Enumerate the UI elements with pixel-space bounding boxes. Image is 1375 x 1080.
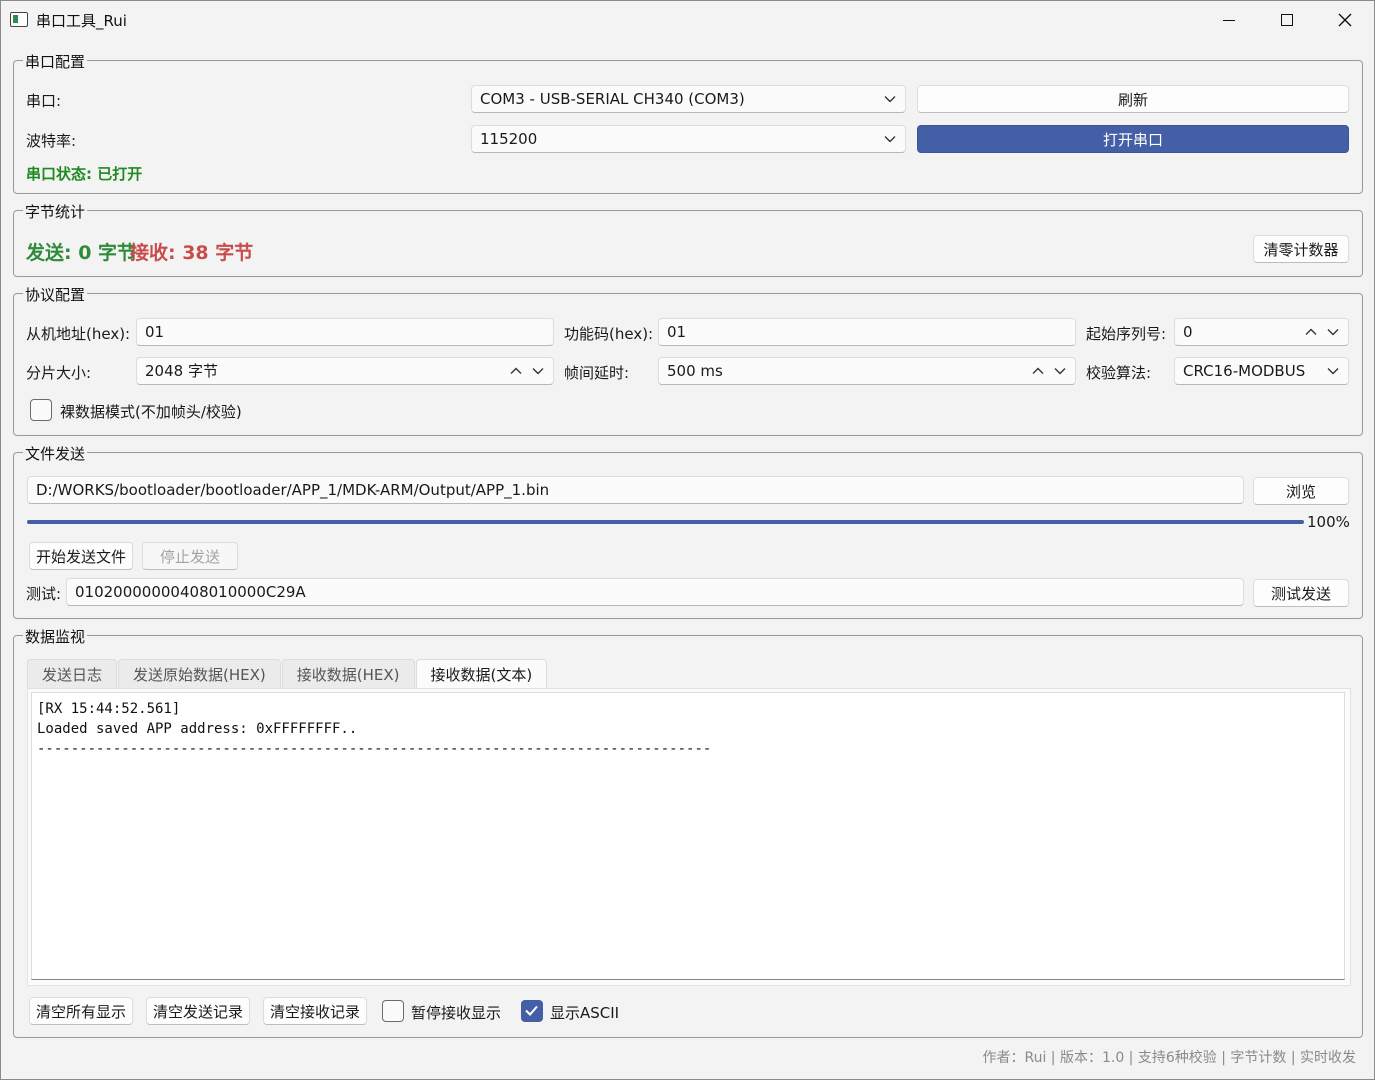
footer-info: 作者：Rui | 版本：1.0 | 支持6种校验 | 字节计数 | 实时收发	[982, 1050, 1356, 1066]
port-status: 串口状态: 已打开	[26, 165, 143, 183]
chevron-down-icon	[1326, 358, 1340, 384]
baud-label: 波特率:	[26, 132, 77, 150]
send-progress-bar	[27, 520, 1304, 524]
chunk-size-label: 分片大小:	[26, 364, 92, 382]
pause-recv-label: 暂停接收显示	[411, 1004, 502, 1022]
protocol-group: 协议配置 从机地址(hex): 01 功能码(hex): 01 起始序列号: 0…	[13, 284, 1363, 436]
pause-recv-checkbox[interactable]	[382, 1000, 404, 1022]
checkmark-icon	[525, 1005, 538, 1016]
window-title: 串口工具_Rui	[36, 12, 127, 30]
minimize-button[interactable]	[1200, 1, 1258, 39]
monitor-tabs: 发送日志 发送原始数据(HEX) 接收数据(HEX) 接收数据(文本)	[27, 659, 548, 689]
serial-config-legend: 串口配置	[23, 51, 88, 72]
tab-send-raw-hex[interactable]: 发送原始数据(HEX)	[118, 659, 281, 689]
chevron-down-icon[interactable]	[1326, 319, 1340, 345]
maximize-button[interactable]	[1258, 1, 1316, 39]
browse-button[interactable]: 浏览	[1253, 477, 1349, 505]
recv-text-display[interactable]: [RX 15:44:52.561] Loaded saved APP addre…	[31, 692, 1345, 980]
test-send-button[interactable]: 测试发送	[1253, 579, 1349, 607]
tab-recv-hex[interactable]: 接收数据(HEX)	[281, 659, 415, 689]
serial-config-group: 串口配置 串口: COM3 - USB-SERIAL CH340 (COM3) …	[13, 51, 1363, 194]
file-send-group: 文件发送 D:/WORKS/bootloader/bootloader/APP_…	[13, 443, 1363, 619]
stop-send-button[interactable]: 停止发送	[142, 542, 238, 570]
raw-mode-checkbox[interactable]	[30, 399, 52, 421]
show-ascii-checkbox[interactable]	[521, 1000, 543, 1022]
start-seq-spinbox[interactable]: 0	[1174, 318, 1349, 346]
byte-stats-group: 字节统计 发送: 0 字节 接收: 38 字节 清零计数器	[13, 201, 1363, 277]
start-send-button[interactable]: 开始发送文件	[29, 542, 133, 570]
chevron-up-icon[interactable]	[509, 358, 523, 384]
file-send-legend: 文件发送	[23, 443, 88, 464]
file-path-input[interactable]: D:/WORKS/bootloader/bootloader/APP_1/MDK…	[27, 476, 1244, 504]
start-seq-label: 起始序列号:	[1086, 325, 1167, 343]
slave-address-label: 从机地址(hex):	[26, 325, 131, 343]
progress-percent: 100%	[1307, 513, 1350, 531]
checksum-label: 校验算法:	[1086, 364, 1152, 382]
function-code-input[interactable]: 01	[658, 318, 1076, 346]
start-seq-value: 0	[1183, 323, 1193, 341]
checksum-select-value: CRC16-MODBUS	[1183, 362, 1306, 380]
tab-send-log[interactable]: 发送日志	[27, 659, 118, 689]
tab-recv-text[interactable]: 接收数据(文本)	[415, 659, 548, 689]
chunk-size-value: 2048 字节	[145, 362, 218, 380]
chunk-size-spinbox[interactable]: 2048 字节	[136, 357, 554, 385]
show-ascii-label: 显示ASCII	[550, 1004, 620, 1022]
slave-address-input[interactable]: 01	[136, 318, 554, 346]
close-icon	[1338, 13, 1352, 27]
app-icon	[10, 12, 28, 27]
chevron-down-icon[interactable]	[1053, 358, 1067, 384]
baud-select-value: 115200	[480, 130, 538, 148]
checksum-select[interactable]: CRC16-MODBUS	[1174, 357, 1349, 385]
sent-count: 发送: 0 字节	[26, 242, 137, 264]
minimize-icon	[1223, 19, 1235, 21]
refresh-button[interactable]: 刷新	[917, 85, 1349, 113]
chevron-down-icon	[883, 126, 897, 152]
byte-stats-legend: 字节统计	[23, 201, 88, 222]
test-label: 测试:	[26, 585, 62, 603]
reset-counter-button[interactable]: 清零计数器	[1253, 235, 1349, 263]
monitor-group: 数据监视 发送日志 发送原始数据(HEX) 接收数据(HEX) 接收数据(文本)…	[13, 626, 1363, 1038]
send-progress-fill	[27, 520, 1304, 524]
maximize-icon	[1281, 14, 1293, 26]
title-bar: 串口工具_Rui	[1, 1, 1374, 39]
monitor-legend: 数据监视	[23, 626, 88, 647]
baud-select[interactable]: 115200	[471, 125, 906, 153]
chevron-down-icon	[883, 86, 897, 112]
main-window: 串口工具_Rui 串口配置 串口: COM3 - USB-SERIAL CH34…	[0, 0, 1375, 1080]
recv-count: 接收: 38 字节	[130, 242, 254, 264]
clear-all-button[interactable]: 清空所有显示	[29, 997, 133, 1025]
protocol-legend: 协议配置	[23, 284, 88, 305]
frame-delay-value: 500 ms	[667, 362, 723, 380]
chevron-up-icon[interactable]	[1304, 319, 1318, 345]
test-data-input[interactable]: 01020000000408010000C29A	[66, 578, 1244, 606]
clear-recv-button[interactable]: 清空接收记录	[263, 997, 367, 1025]
frame-delay-label: 帧间延时:	[564, 364, 630, 382]
port-select-value: COM3 - USB-SERIAL CH340 (COM3)	[480, 90, 745, 108]
port-select[interactable]: COM3 - USB-SERIAL CH340 (COM3)	[471, 85, 906, 113]
close-button[interactable]	[1316, 1, 1374, 39]
chevron-down-icon[interactable]	[531, 358, 545, 384]
port-label: 串口:	[26, 92, 62, 110]
clear-send-button[interactable]: 清空发送记录	[146, 997, 250, 1025]
open-port-button[interactable]: 打开串口	[917, 125, 1349, 153]
chevron-up-icon[interactable]	[1031, 358, 1045, 384]
raw-mode-label: 裸数据模式(不加帧头/校验)	[60, 403, 242, 421]
function-code-label: 功能码(hex):	[564, 325, 654, 343]
frame-delay-spinbox[interactable]: 500 ms	[658, 357, 1076, 385]
